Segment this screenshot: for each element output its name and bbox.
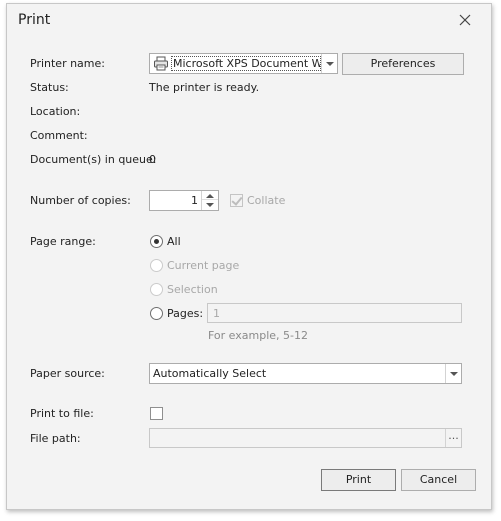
location-label: Location: (30, 105, 81, 118)
pages-input-value: 1 (213, 307, 220, 320)
pages-input[interactable]: 1 (207, 303, 462, 323)
chevron-down-icon[interactable] (321, 54, 337, 73)
range-all-label: All (167, 235, 181, 248)
paper-source-label: Paper source: (30, 367, 105, 380)
print-to-file-checkbox[interactable] (150, 407, 163, 420)
range-all-radio[interactable] (150, 235, 163, 248)
queue-value: 0 (149, 153, 156, 166)
chevron-down-icon[interactable] (445, 364, 461, 383)
print-dialog: Print Printer name: Microsoft XPS Docume… (6, 3, 492, 510)
cancel-button[interactable]: Cancel (401, 469, 476, 491)
print-button[interactable]: Print (321, 469, 396, 491)
stepper-buttons (201, 191, 218, 210)
close-button[interactable] (457, 12, 473, 28)
copies-stepper[interactable]: 1 (149, 190, 219, 211)
print-to-file-label: Print to file: (30, 407, 94, 420)
spin-up-icon[interactable] (202, 191, 218, 200)
paper-source-value: Automatically Select (153, 367, 267, 380)
comment-label: Comment: (30, 129, 88, 142)
range-current-page-radio[interactable] (150, 259, 163, 272)
file-path-input[interactable]: ... (149, 428, 462, 448)
printer-icon (153, 56, 169, 71)
range-current-page-label: Current page (167, 259, 240, 272)
file-path-label: File path: (30, 432, 81, 445)
pages-example-hint: For example, 5-12 (208, 329, 308, 342)
queue-label: Document(s) in queue: (30, 153, 157, 166)
dialog-title: Print (18, 12, 51, 28)
range-pages-radio[interactable] (150, 307, 163, 320)
collate-label: Collate (247, 194, 286, 207)
collate-checkbox[interactable] (230, 194, 243, 207)
range-pages-label: Pages: (167, 307, 204, 320)
status-label: Status: (30, 81, 69, 94)
page-range-label: Page range: (30, 235, 96, 248)
printer-select-value: Microsoft XPS Document Wr... (171, 56, 321, 71)
range-selection-label: Selection (167, 283, 218, 296)
printer-select[interactable]: Microsoft XPS Document Wr... (149, 53, 338, 74)
printer-name-label: Printer name: (30, 57, 105, 70)
close-icon (459, 14, 471, 26)
browse-button[interactable]: ... (445, 429, 461, 447)
paper-source-select[interactable]: Automatically Select (149, 363, 462, 384)
copies-value: 1 (191, 194, 198, 207)
copies-label: Number of copies: (30, 194, 131, 207)
status-value: The printer is ready. (149, 81, 260, 94)
spin-down-icon[interactable] (202, 201, 218, 210)
range-selection-radio[interactable] (150, 283, 163, 296)
preferences-button[interactable]: Preferences (342, 53, 464, 75)
